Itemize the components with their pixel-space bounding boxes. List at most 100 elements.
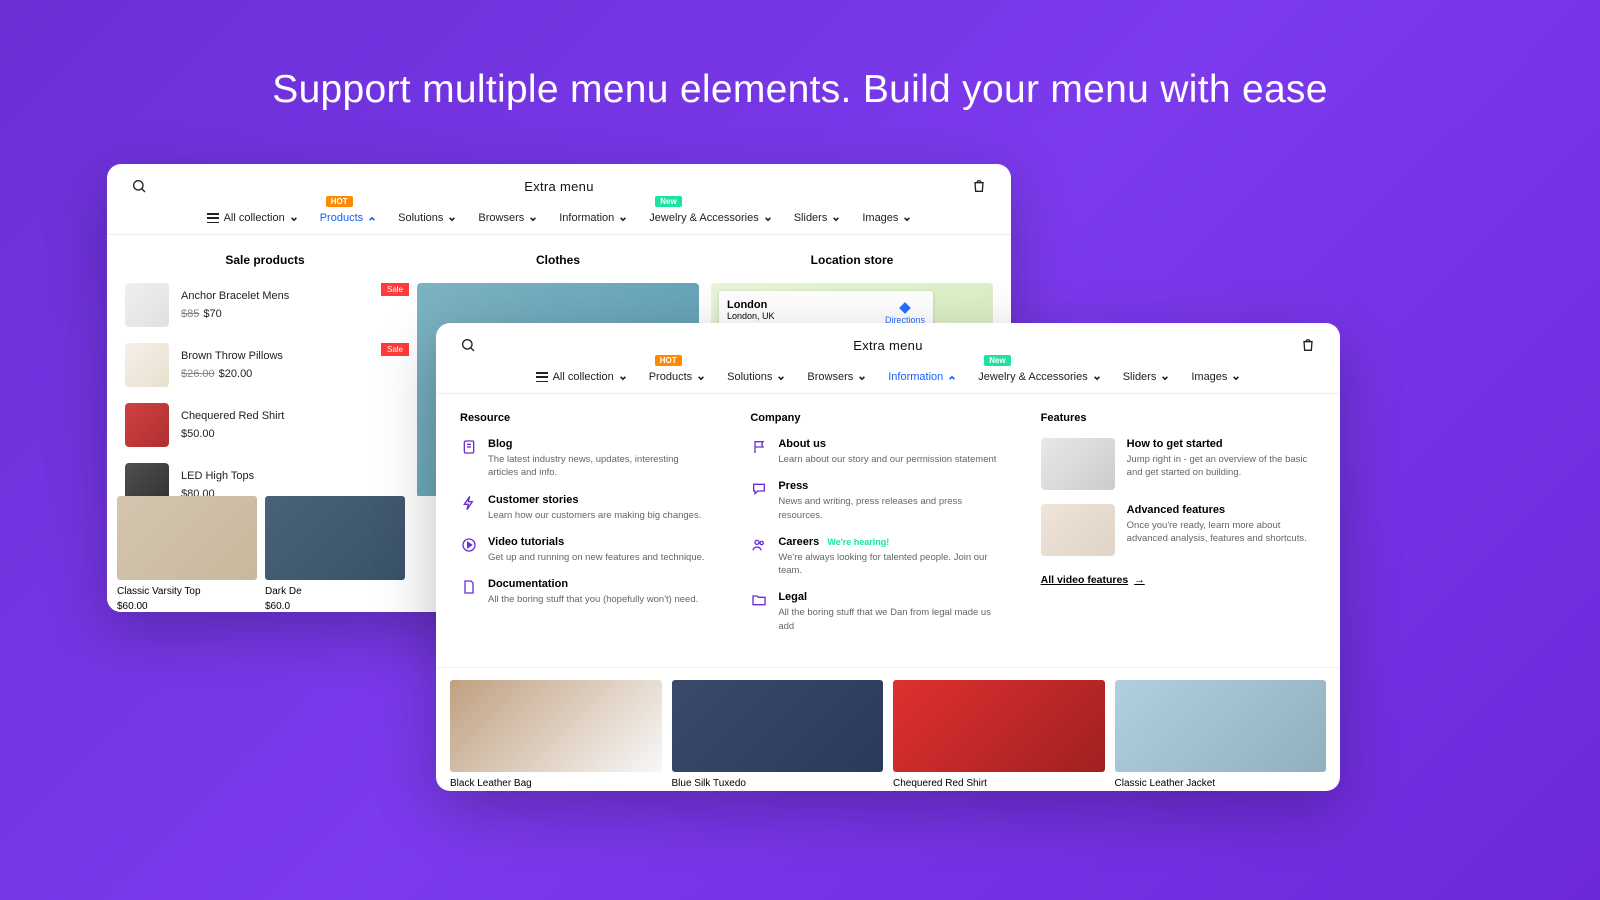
- nav-item-solutions[interactable]: Solutions: [398, 212, 456, 224]
- nav-item-images[interactable]: Images: [1191, 371, 1240, 383]
- column-head-features: Features: [1041, 412, 1316, 424]
- headline: Support multiple menu elements. Build yo…: [0, 0, 1600, 112]
- feature-thumb: [1041, 438, 1115, 490]
- nav-label: Browsers: [478, 212, 524, 224]
- menu-link-about-us[interactable]: About usLearn about our story and our pe…: [750, 438, 1000, 466]
- menu-link-video-tutorials[interactable]: Video tutorialsGet up and running on new…: [460, 536, 710, 564]
- nav-label: Information: [888, 371, 943, 383]
- product-name: Classic Leather Jacket: [1115, 778, 1327, 789]
- menu-link-careers[interactable]: CareersWe're hearing! We're always lookin…: [750, 536, 1000, 578]
- product-card[interactable]: Dark De $60.0: [265, 496, 405, 612]
- column-head-company: Company: [750, 412, 1000, 424]
- nav-label: All collection: [553, 371, 614, 383]
- chevron-down-icon: [1093, 373, 1101, 381]
- bag-icon[interactable]: [971, 178, 987, 194]
- feature-desc: Once you're ready, learn more about adva…: [1127, 519, 1316, 546]
- feature-thumb: [1041, 504, 1115, 556]
- menu-link-blog[interactable]: BlogThe latest industry news, updates, i…: [460, 438, 710, 480]
- nav-item-images[interactable]: Images: [862, 212, 911, 224]
- link-desc: Get up and running on new features and t…: [488, 551, 705, 564]
- badge-hot: HOT: [326, 196, 353, 207]
- map-directions-link[interactable]: Directions: [885, 301, 925, 325]
- product-name: Brown Throw Pillows: [181, 350, 283, 362]
- link-desc: We're always looking for talented people…: [778, 551, 1000, 578]
- feature-card[interactable]: Advanced features Once you're ready, lear…: [1041, 504, 1316, 556]
- column-head-clothes: Clothes: [405, 253, 711, 267]
- product-image: [117, 496, 257, 580]
- link-desc: News and writing, press releases and pre…: [778, 495, 1000, 522]
- product-thumb: [125, 283, 169, 327]
- nav-item-all-collection[interactable]: All collection: [207, 212, 298, 224]
- nav-label: Images: [1191, 371, 1227, 383]
- product-name: Anchor Bracelet Mens: [181, 290, 289, 302]
- bag-icon[interactable]: [1300, 337, 1316, 353]
- chevron-down-icon: [619, 373, 627, 381]
- product-image: [672, 680, 884, 772]
- product-name: Chequered Red Shirt: [893, 778, 1105, 789]
- feature-title: Advanced features: [1127, 504, 1316, 516]
- link-title: Legal: [778, 591, 1000, 603]
- search-icon[interactable]: [131, 178, 147, 194]
- product-price: $60.0: [265, 601, 405, 612]
- sale-item[interactable]: Anchor Bracelet Mens$85$70Sale: [125, 283, 405, 327]
- product-price: $50.00: [181, 428, 284, 440]
- menu-link-customer-stories[interactable]: Customer storiesLearn how our customers …: [460, 494, 710, 522]
- nav-label: All collection: [224, 212, 285, 224]
- hiring-badge: We're hearing!: [827, 537, 889, 547]
- nav-item-jewelry-accessories[interactable]: Jewelry & AccessoriesNew: [978, 371, 1100, 383]
- nav-label: Jewelry & Accessories: [978, 371, 1087, 383]
- sale-item[interactable]: Chequered Red Shirt$50.00: [125, 403, 405, 447]
- column-head-resource: Resource: [460, 412, 710, 424]
- folder-icon: [750, 591, 768, 609]
- nav-item-information[interactable]: Information: [888, 371, 956, 383]
- product-card[interactable]: Blue Silk Tuxedo$70.00: [672, 680, 884, 791]
- chevron-down-icon: [1161, 373, 1169, 381]
- column-head-location: Location store: [711, 253, 993, 267]
- product-image: [1115, 680, 1327, 772]
- product-card[interactable]: Classic Varsity Top$60.00: [117, 496, 257, 612]
- nav-label: Products: [649, 371, 692, 383]
- sale-item[interactable]: Brown Throw Pillows$26.00$20.00Sale: [125, 343, 405, 387]
- link-title: Customer stories: [488, 494, 701, 506]
- search-icon[interactable]: [460, 337, 476, 353]
- nav-item-browsers[interactable]: Browsers: [478, 212, 537, 224]
- feature-card[interactable]: How to get startedJump right in - get an…: [1041, 438, 1316, 490]
- feature-title: How to get started: [1127, 438, 1316, 450]
- nav-item-jewelry-accessories[interactable]: Jewelry & AccessoriesNew: [649, 212, 771, 224]
- nav-item-products[interactable]: ProductsHOT: [649, 371, 705, 383]
- nav-item-sliders[interactable]: Sliders: [794, 212, 841, 224]
- nav-label: Information: [559, 212, 614, 224]
- badge-new: New: [655, 196, 681, 207]
- badge-new: New: [984, 355, 1010, 366]
- link-title: CareersWe're hearing!: [778, 536, 1000, 548]
- chevron-down-icon: [290, 214, 298, 222]
- link-title: Press: [778, 480, 1000, 492]
- nav-label: Solutions: [398, 212, 443, 224]
- chevron-down-icon: [697, 373, 705, 381]
- nav-label: Sliders: [1123, 371, 1157, 383]
- product-card[interactable]: Chequered Red Shirt$50.00: [893, 680, 1105, 791]
- menu-link-legal[interactable]: LegalAll the boring stuff that we Dan fr…: [750, 591, 1000, 633]
- product-card[interactable]: Black Leather Bag$30.00: [450, 680, 662, 791]
- nav-item-solutions[interactable]: Solutions: [727, 371, 785, 383]
- menu-link-press[interactable]: Press News and writing, press releases an…: [750, 480, 1000, 522]
- product-card[interactable]: Classic Leather Jacket$80.00: [1115, 680, 1327, 791]
- nav-item-products[interactable]: ProductsHOT: [320, 212, 376, 224]
- link-desc: The latest industry news, updates, inter…: [488, 453, 710, 480]
- nav-label: Images: [862, 212, 898, 224]
- menu-link-documentation[interactable]: DocumentationAll the boring stuff that y…: [460, 578, 710, 606]
- play-icon: [460, 536, 478, 554]
- flag-icon: [750, 438, 768, 456]
- nav-item-sliders[interactable]: Sliders: [1123, 371, 1170, 383]
- burger-icon: [536, 372, 548, 382]
- product-image: [450, 680, 662, 772]
- nav-item-all-collection[interactable]: All collection: [536, 371, 627, 383]
- product-name: Dark De: [265, 586, 405, 597]
- chevron-down-icon: [777, 373, 785, 381]
- nav-item-browsers[interactable]: Browsers: [807, 371, 866, 383]
- mega-menu-information: Resource BlogThe latest industry news, u…: [436, 394, 1340, 668]
- brand-title: Extra menu: [853, 338, 922, 353]
- nav-item-information[interactable]: Information: [559, 212, 627, 224]
- all-video-features-link[interactable]: All video features →: [1041, 574, 1145, 586]
- chat-icon: [750, 480, 768, 498]
